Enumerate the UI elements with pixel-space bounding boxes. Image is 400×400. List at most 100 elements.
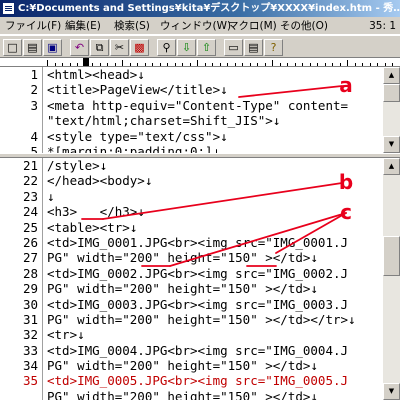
annotation-label-c: c	[340, 200, 352, 224]
ruler-cursor-marker	[83, 58, 89, 66]
code-line-current[interactable]: 35 <td>IMG_0005.JPG<br><img src="IMG_0005…	[0, 373, 383, 388]
code-line[interactable]: "text/html;charset=Shift_JIS">↓	[0, 113, 383, 128]
code-line[interactable]: 4 <style type="text/css">↓	[0, 129, 383, 144]
code-line[interactable]: 29 PG" width="200" height="150" ></td>↓	[0, 281, 383, 296]
line-number: 2	[30, 82, 38, 98]
line-text[interactable]: PG" width="200" height="150" ></td>↓	[47, 389, 318, 400]
line-text[interactable]: <title>PageView</title>↓	[47, 82, 228, 97]
line-number: 33	[22, 342, 38, 358]
scroll-up-icon[interactable]: ▲	[383, 158, 400, 175]
line-number: 35	[22, 373, 38, 389]
line-number: 26	[22, 234, 38, 250]
line-text[interactable]: <td>IMG_0005.JPG<br><img src="IMG_0005.J	[47, 373, 348, 388]
app-icon[interactable]	[2, 2, 15, 15]
line-number: 22	[22, 173, 38, 189]
code-line[interactable]: 5 *[margin:0;padding:0;]↓	[0, 144, 383, 153]
code-lines[interactable]: 21/style>↓ 22 </head><body>↓ 23 ↓ 24 <h3> </h3…	[0, 158, 383, 400]
code-line[interactable]: 32 <tr>↓	[0, 327, 383, 342]
line-text[interactable]: <style type="text/css">↓	[47, 129, 228, 144]
line-text[interactable]: PG" width="200" height="150" ></td></tr>…	[47, 312, 356, 327]
code-line[interactable]: 26 <td>IMG_0001.JPG<br><img src="IMG_0001…	[0, 235, 383, 250]
line-number: 28	[22, 265, 38, 281]
line-text[interactable]: ↓	[47, 189, 55, 204]
code-line[interactable]: 30 <td>IMG_0003.JPG<br><img src="IMG_0003…	[0, 297, 383, 312]
top-pane-scrollbar[interactable]: ▲ ▼	[383, 67, 400, 153]
scroll-down-icon[interactable]: ▼	[383, 383, 400, 400]
undo-icon[interactable]: ↶	[70, 39, 89, 56]
line-number: 32	[22, 327, 38, 343]
cursor-position: 35: 1	[369, 20, 396, 32]
find-previous-icon[interactable]: ⇧	[197, 39, 216, 56]
scroll-thumb[interactable]	[383, 236, 400, 276]
code-line[interactable]: 33 <td>IMG_0004.JPG<br><img src="IMG_0004…	[0, 343, 383, 358]
menu-bar: ファイル(F) 編集(E) 検索(S) ウィンドウ(W) マクロ(M) その他(…	[0, 17, 400, 35]
code-line[interactable]: 34 PG" width="200" height="150" ></td>↓	[0, 358, 383, 373]
scroll-thumb[interactable]	[383, 84, 400, 102]
help-icon[interactable]: ?	[264, 39, 283, 56]
line-text[interactable]: <html><head>↓	[47, 67, 145, 82]
line-text[interactable]: PG" width="200" height="150" ></td>↓	[47, 250, 318, 265]
code-line[interactable]: 31 PG" width="200" height="150" ></td></t…	[0, 312, 383, 327]
open-file-icon[interactable]: ▤	[23, 39, 42, 56]
save-file-icon[interactable]: ▣	[43, 39, 62, 56]
find-icon[interactable]: ⚲	[157, 39, 176, 56]
line-text[interactable]: PG" width="200" height="150" ></td>↓	[47, 358, 318, 373]
line-number: 24	[22, 204, 38, 220]
line-text[interactable]: </head><body>↓	[47, 173, 152, 188]
code-line[interactable]: 3 <meta http-equiv="Content-Type" content…	[0, 98, 383, 113]
line-number: 3	[30, 97, 38, 113]
line-text[interactable]: *[margin:0;padding:0;]↓	[47, 144, 220, 153]
line-number: 25	[22, 219, 38, 235]
new-file-icon[interactable]: □	[3, 39, 22, 56]
line-number: 5	[30, 143, 38, 153]
find-next-icon[interactable]: ⇩	[177, 39, 196, 56]
line-number: 27	[22, 250, 38, 266]
cut-icon[interactable]: ✂	[110, 39, 129, 56]
line-text[interactable]: /style>↓	[47, 158, 107, 173]
ruler-tick	[272, 60, 273, 66]
line-text[interactable]: <h3> </h3>↓	[47, 204, 145, 219]
line-number: 21	[22, 158, 38, 173]
line-number: 31	[22, 311, 38, 327]
menu-search[interactable]: 検索(S)	[113, 17, 151, 35]
annotation-label-b: b	[338, 170, 354, 194]
title-bar: C:¥Documents and Settings¥kita¥デスクトップ¥XX…	[0, 0, 400, 17]
paste-icon[interactable]: ▩	[130, 39, 149, 56]
code-line[interactable]: PG" width="200" height="150" ></td>↓	[0, 389, 383, 400]
ruler-tick	[197, 60, 198, 66]
code-line[interactable]: 28 <td>IMG_0002.JPG<br><img src="IMG_0002…	[0, 266, 383, 281]
bottom-pane-scrollbar[interactable]: ▲ ▼	[383, 158, 400, 400]
code-line[interactable]: 27 PG" width="200" height="150" ></td>↓	[0, 250, 383, 265]
line-text[interactable]: <td>IMG_0003.JPG<br><img src="IMG_0003.J	[47, 297, 348, 312]
menu-other[interactable]: その他(O)	[279, 17, 329, 35]
code-line[interactable]: 24 <h3> </h3>↓	[0, 204, 383, 219]
window-title: C:¥Documents and Settings¥kita¥デスクトップ¥XX…	[18, 3, 400, 14]
code-line[interactable]: 21/style>↓	[0, 158, 383, 173]
menu-file[interactable]: ファイル(F)	[4, 17, 62, 35]
menu-edit[interactable]: 編集(E)	[64, 17, 102, 35]
code-lines[interactable]: 1 <html><head>↓ 2 <title>PageView</title>↓ 3…	[0, 67, 383, 153]
line-text[interactable]: <td>IMG_0001.JPG<br><img src="IMG_0001.J	[47, 235, 348, 250]
menu-macro[interactable]: マクロ(M)	[227, 17, 278, 35]
copy-icon[interactable]: ⧉	[90, 39, 109, 56]
editor-bottom-pane[interactable]: 21/style>↓ 22 </head><body>↓ 23 ↓ 24 <h3> </h3…	[0, 158, 400, 400]
split-icon[interactable]: ▤	[244, 39, 263, 56]
menu-window[interactable]: ウィンドウ(W)	[159, 17, 232, 35]
code-line[interactable]: 23 ↓	[0, 189, 383, 204]
line-text[interactable]: <meta http-equiv="Content-Type" content=	[47, 98, 348, 113]
code-line[interactable]: 1 <html><head>↓	[0, 67, 383, 82]
line-text[interactable]: <td>IMG_0004.JPG<br><img src="IMG_0004.J	[47, 343, 348, 358]
code-line[interactable]: 25 <table><tr>↓	[0, 220, 383, 235]
line-text[interactable]: <tr>↓	[47, 327, 85, 342]
line-number: 30	[22, 296, 38, 312]
window-icon[interactable]: ▭	[224, 39, 243, 56]
code-line[interactable]: 22 </head><body>↓	[0, 173, 383, 188]
scroll-up-icon[interactable]: ▲	[383, 67, 400, 84]
line-text[interactable]: <td>IMG_0002.JPG<br><img src="IMG_0002.J	[47, 266, 348, 281]
line-text[interactable]: <table><tr>↓	[47, 220, 137, 235]
annotation-label-a: a	[339, 73, 353, 97]
line-text[interactable]: "text/html;charset=Shift_JIS">↓	[47, 113, 280, 128]
line-text[interactable]: PG" width="200" height="150" ></td>↓	[47, 281, 318, 296]
scroll-down-icon[interactable]: ▼	[383, 136, 400, 153]
code-line[interactable]: 2 <title>PageView</title>↓	[0, 82, 383, 97]
